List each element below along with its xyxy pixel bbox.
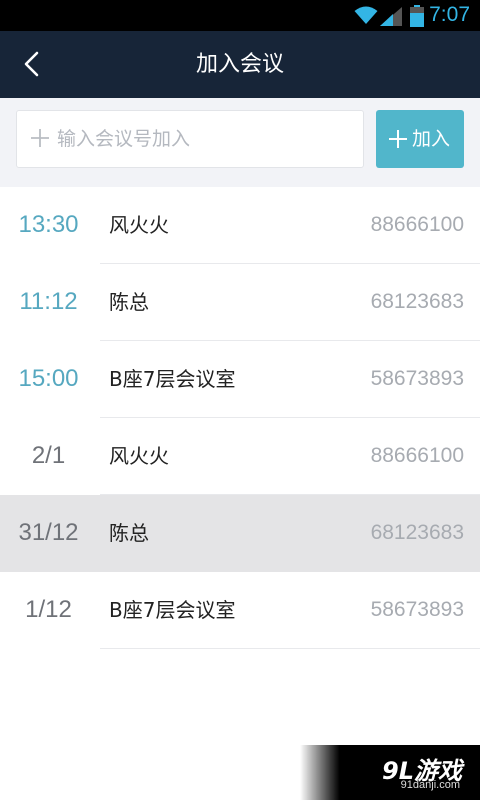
meeting-number: 88666100	[370, 444, 464, 467]
meeting-time: 13:30	[18, 211, 79, 238]
wifi-icon	[354, 6, 378, 24]
signal-icon	[380, 7, 402, 26]
battery-icon	[410, 5, 424, 27]
meeting-row[interactable]: 11:12 陈总 68123683	[0, 264, 480, 341]
row-divider	[100, 648, 480, 649]
meeting-list: 13:30 风火火 88666100 11:12 陈总 68123683 15:…	[0, 187, 480, 649]
status-bar: 7:07	[0, 0, 480, 31]
plus-icon	[389, 130, 407, 148]
meeting-date: 2/1	[31, 442, 66, 469]
meeting-time: 11:12	[19, 288, 78, 315]
meeting-date: 31/12	[18, 519, 79, 546]
join-button-label: 加入	[412, 128, 451, 150]
page-title: 加入会议	[195, 52, 284, 77]
watermark-url: 91danji.com	[400, 779, 460, 791]
meeting-number: 68123683	[370, 290, 464, 313]
title-bar: 加入会议	[0, 31, 480, 98]
meeting-row[interactable]: 15:00 B座7层会议室 58673893	[0, 341, 480, 418]
join-button[interactable]: 加入	[376, 110, 464, 168]
meeting-number: 68123683	[370, 521, 464, 544]
meeting-row[interactable]: 1/12 B座7层会议室 58673893	[0, 572, 480, 649]
meeting-name: 风火火	[109, 213, 169, 237]
watermark: 9L游戏 91danji.com	[300, 745, 480, 800]
meeting-name: 陈总	[109, 521, 149, 545]
status-time: 7:07	[429, 3, 470, 26]
meeting-number: 58673893	[370, 598, 464, 621]
meeting-date: 1/12	[25, 596, 72, 623]
meeting-name: B座7层会议室	[109, 598, 236, 622]
meeting-number-input[interactable]	[57, 111, 357, 167]
meeting-row[interactable]: 13:30 风火火 88666100	[0, 187, 480, 264]
meeting-number: 58673893	[370, 367, 464, 390]
meeting-row-pressed[interactable]: 31/12 陈总 68123683	[0, 495, 480, 572]
plus-icon	[31, 129, 49, 147]
meeting-name: B座7层会议室	[109, 367, 236, 391]
join-bar: 加入	[0, 98, 480, 187]
meeting-number: 88666100	[370, 213, 464, 236]
meeting-name: 风火火	[109, 444, 169, 468]
meeting-row[interactable]: 2/1 风火火 88666100	[0, 418, 480, 495]
meeting-time: 15:00	[18, 365, 79, 392]
meeting-number-field[interactable]	[16, 110, 364, 168]
meeting-name: 陈总	[109, 290, 149, 314]
